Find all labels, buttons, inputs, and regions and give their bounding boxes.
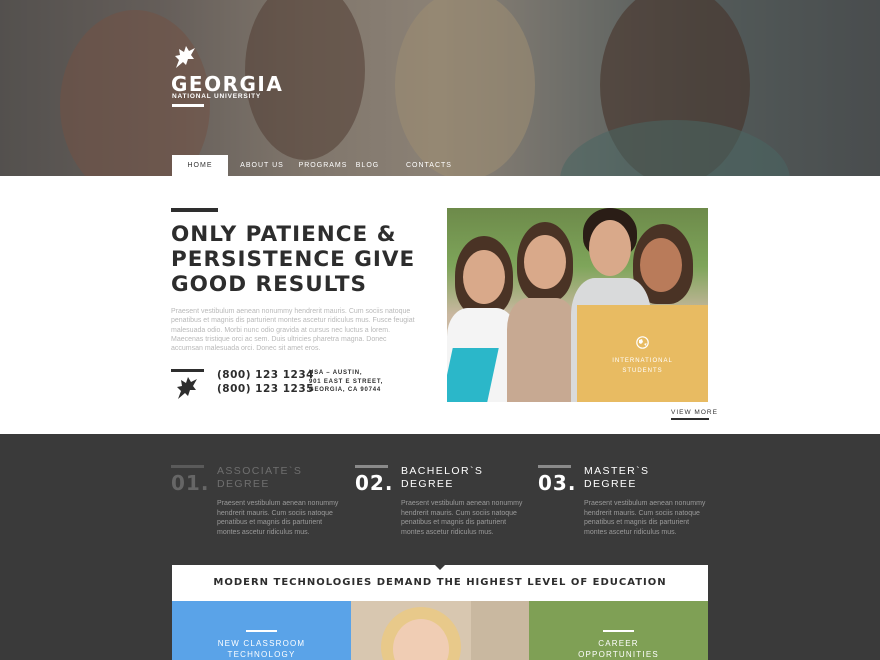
tile-label-line: TECHNOLOGY [227, 650, 296, 659]
eagle-icon [177, 377, 197, 399]
degree-title: ASSOCIATE`S DEGREE [217, 465, 302, 491]
tile-accent-bar [603, 630, 634, 632]
photo-face [463, 250, 505, 304]
view-more-link[interactable]: VIEW MORE [671, 409, 718, 416]
tile-photo-background [471, 601, 530, 660]
degree-title-line: DEGREE [217, 478, 270, 490]
nav-item-blog[interactable]: BLOG [350, 155, 385, 176]
eagle-logo-icon [175, 46, 195, 68]
international-students-label: INTERNATIONAL STUDENTS [577, 356, 708, 376]
hero-overlay [0, 0, 880, 176]
tile-label-line: NEW CLASSROOM [217, 639, 306, 648]
degree-number: 02. [355, 471, 394, 495]
degree-title-line: ASSOCIATE`S [217, 465, 303, 477]
tile-career-opportunities[interactable]: CAREER OPPORTUNITIES [529, 601, 708, 660]
address-line: USA – AUSTIN, [309, 370, 363, 376]
site-logo[interactable]: GEORGIA NATIONAL UNIVERSITY [171, 44, 282, 108]
degree-description: Praesent vestibulum aenean nonummy hendr… [217, 500, 339, 536]
tile-accent-bar [246, 630, 277, 632]
photo-face [640, 238, 682, 292]
degree-title-line: MASTER`S [584, 465, 650, 477]
tile-new-classroom-technology[interactable]: NEW CLASSROOM TECHNOLOGY [172, 601, 351, 660]
nav-item-programs[interactable]: PROGRAMS [296, 155, 350, 176]
address: USA – AUSTIN, 901 EAST E STREET, GEORGIA… [309, 369, 383, 395]
intro-heading-line: GOOD RESULTS [171, 272, 368, 297]
degree-title-line: BACHELOR`S [401, 465, 484, 477]
banner-notch [434, 564, 446, 570]
degree-description: Praesent vestibulum aenean nonummy hendr… [401, 500, 523, 536]
hero-banner: GEORGIA NATIONAL UNIVERSITY HOME ABOUT U… [0, 0, 880, 176]
international-students-badge[interactable] [577, 305, 708, 402]
nav-item-contacts[interactable]: CONTACTS [385, 155, 473, 176]
address-line: 901 EAST E STREET, [309, 378, 384, 385]
phone-number[interactable]: (800) 123 1234 [217, 368, 314, 382]
degree-card-master[interactable]: 03. MASTER`S DEGREE Praesent vestibulum … [538, 465, 708, 545]
degree-title-line: DEGREE [584, 478, 637, 490]
degree-card-bachelor[interactable]: 02. BACHELOR`S DEGREE Praesent vestibulu… [355, 465, 525, 545]
contact-accent-bar [171, 369, 204, 372]
nav-item-home[interactable]: HOME [172, 155, 228, 176]
degree-accent-bar [538, 465, 571, 468]
photo-face [589, 220, 631, 276]
technology-heading: MODERN TECHNOLOGIES DEMAND THE HIGHEST L… [213, 577, 667, 588]
tile-student-photo[interactable] [351, 601, 530, 660]
degree-title: MASTER`S DEGREE [584, 465, 649, 491]
intro-heading-line: ONLY PATIENCE & [171, 222, 397, 247]
logo-underline [172, 104, 204, 107]
tile-label-line: OPPORTUNITIES [578, 650, 659, 659]
intro-heading-line: PERSISTENCE GIVE [171, 247, 416, 272]
degree-accent-bar [355, 465, 388, 468]
badge-line: INTERNATIONAL [612, 358, 673, 364]
badge-line: STUDENTS [622, 368, 663, 374]
photo-face [524, 235, 566, 289]
intro-accent-bar [171, 208, 218, 212]
logo-subtitle: NATIONAL UNIVERSITY [172, 93, 261, 100]
degree-card-associate[interactable]: 01. ASSOCIATE`S DEGREE Praesent vestibul… [171, 465, 341, 545]
photo-shirt [507, 298, 577, 402]
degree-description: Praesent vestibulum aenean nonummy hendr… [584, 500, 706, 536]
degree-title-line: DEGREE [401, 478, 454, 490]
intro-paragraph: Praesent vestibulum aenean nonummy hendr… [171, 308, 415, 353]
nav-item-about-us[interactable]: ABOUT US [228, 155, 296, 176]
degree-title: BACHELOR`S DEGREE [401, 465, 483, 491]
phone-number[interactable]: (800) 123 1235 [217, 382, 314, 396]
globe-icon [636, 336, 649, 349]
degree-number: 03. [538, 471, 577, 495]
address-line: GEORGIA, CA 90744 [309, 387, 382, 393]
main-nav: HOME ABOUT US PROGRAMS BLOG CONTACTS [172, 155, 473, 176]
tile-label: NEW CLASSROOM TECHNOLOGY [172, 638, 351, 660]
degree-accent-bar [171, 465, 204, 468]
tile-label: CAREER OPPORTUNITIES [529, 638, 708, 660]
view-more-underline [671, 418, 709, 420]
degree-number: 01. [171, 471, 210, 495]
phone-numbers: (800) 123 1234 (800) 123 1235 [217, 368, 314, 396]
tile-label-line: CAREER [598, 639, 639, 648]
intro-heading: ONLY PATIENCE & PERSISTENCE GIVE GOOD RE… [171, 222, 431, 297]
